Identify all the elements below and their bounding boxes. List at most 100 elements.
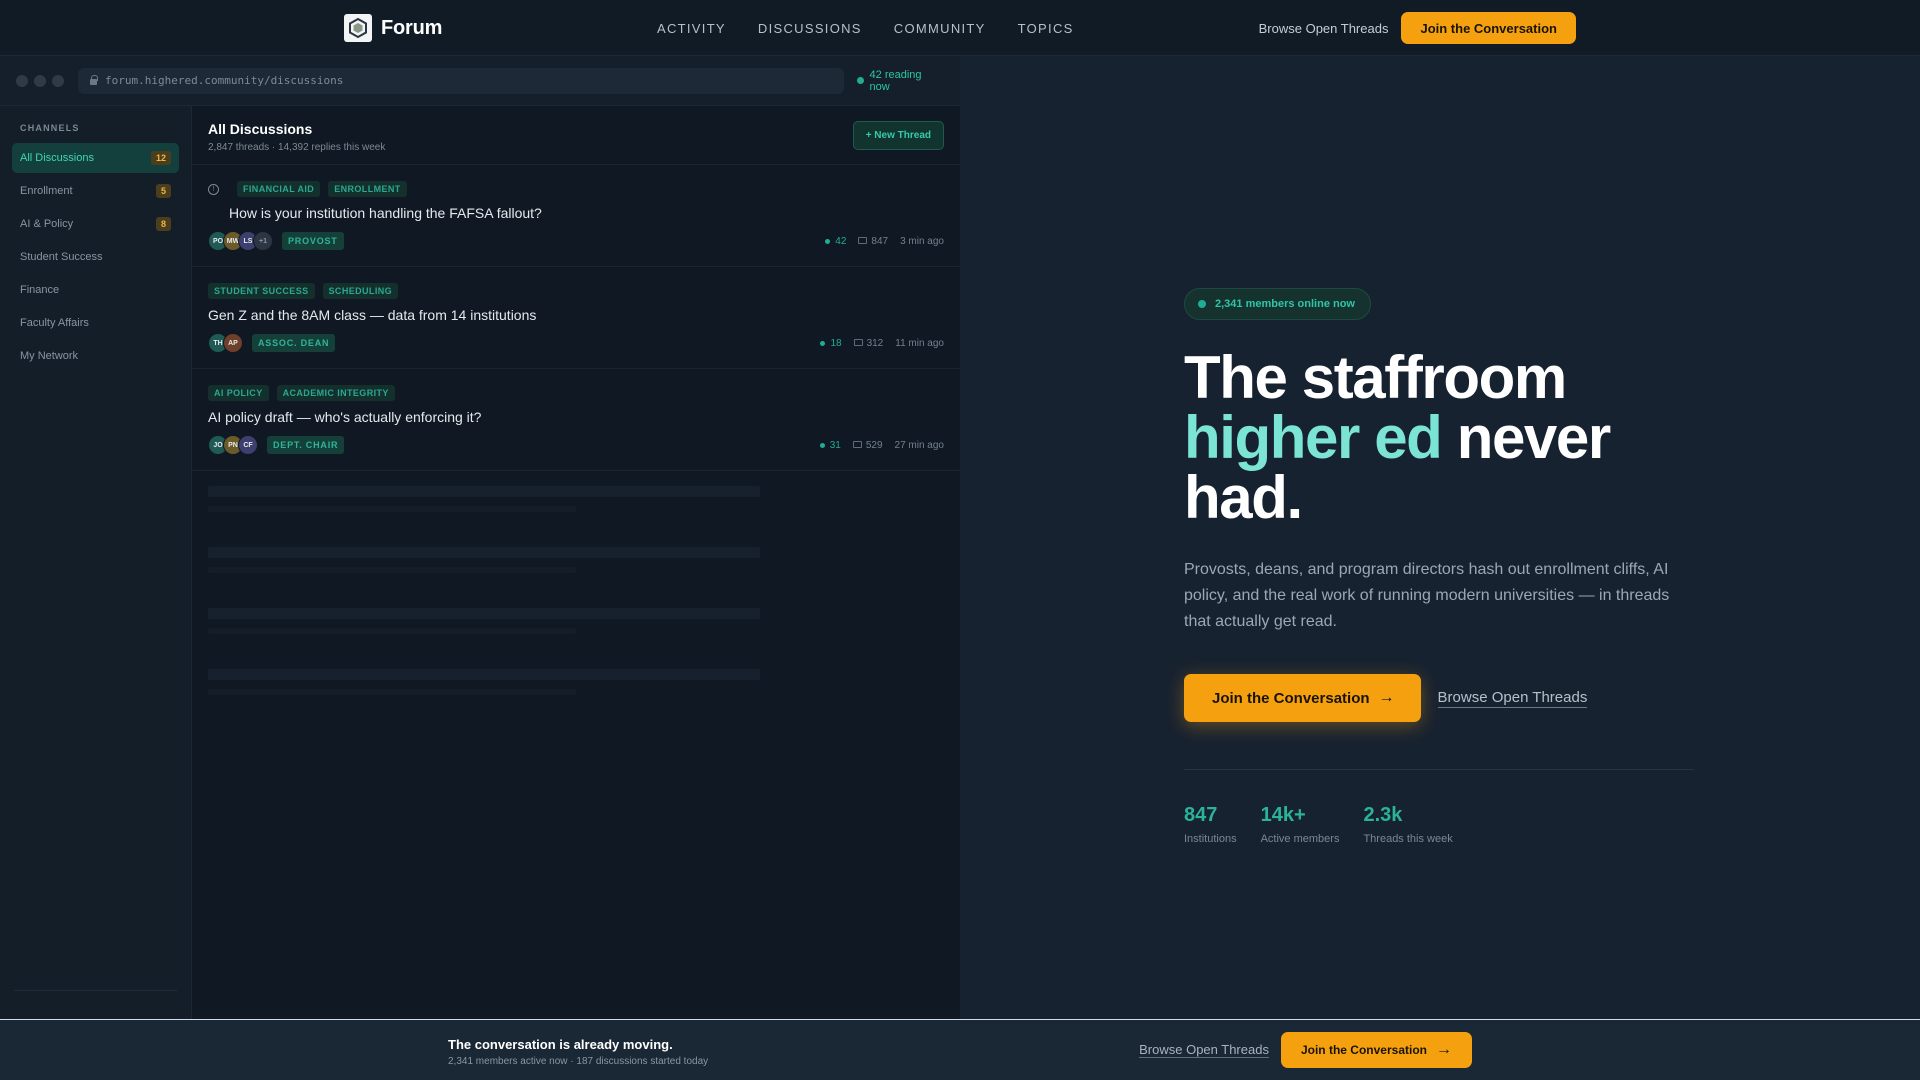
reply-icon <box>853 339 863 347</box>
channel-label: Faculty Affairs <box>20 317 89 329</box>
brand-name: Forum <box>381 16 443 39</box>
sticky-cta-bar: The conversation is already moving. 2,34… <box>0 1019 1920 1080</box>
tag[interactable]: FINANCIAL AID <box>237 181 321 197</box>
tag[interactable]: SCHEDULING <box>322 283 399 299</box>
stat-value: 14k+ <box>1260 804 1306 826</box>
brand[interactable]: Forum <box>344 14 442 42</box>
sidebar-footer <box>14 990 177 1020</box>
channels-heading: CHANNELS <box>20 123 80 133</box>
nav-activity[interactable]: ACTIVITY <box>657 21 726 36</box>
window-dot <box>34 74 46 87</box>
headline-accent: higher ed <box>1184 404 1443 471</box>
avatar: CF <box>238 435 258 455</box>
thread-title[interactable]: AI policy draft — who's actually enforci… <box>208 409 944 425</box>
stat-value: 847 <box>1184 804 1218 826</box>
url-bar[interactable]: forum.highered.community/discussions <box>78 67 844 94</box>
channel-ai-policy[interactable]: AI & Policy 8 <box>12 209 179 239</box>
nav-browse-threads-link[interactable]: Browse Open Threads <box>1259 21 1389 36</box>
channel-badge: 8 <box>155 217 171 231</box>
channel-enrollment[interactable]: Enrollment 5 <box>12 176 179 206</box>
discussion-header: All Discussions 2,847 threads · 14,392 r… <box>192 106 960 165</box>
thread-item[interactable]: STUDENT SUCCESS SCHEDULING Gen Z and the… <box>192 267 960 369</box>
channel-label: My Network <box>20 350 79 362</box>
tag[interactable]: AI POLICY <box>208 385 269 401</box>
headline-line-1: The staffroom <box>1184 344 1567 411</box>
nav-actions: Browse Open Threads Join the Conversatio… <box>1259 12 1576 44</box>
cta-bar-subtitle: 2,341 members active now · 187 discussio… <box>448 1056 709 1067</box>
stat-label: Threads this week <box>1363 833 1453 845</box>
nav-join-button[interactable]: Join the Conversation <box>1401 12 1576 44</box>
thread-meta: TH AP ASSOC. DEAN 18 312 11 min ago <box>208 333 944 353</box>
cta-bar-text: The conversation is already moving. 2,34… <box>448 1037 708 1067</box>
channel-label: Student Success <box>20 251 103 263</box>
hero-join-label: Join the Conversation <box>1212 689 1370 707</box>
tag[interactable]: STUDENT SUCCESS <box>208 283 315 299</box>
url-text: forum.highered.community/discussions <box>105 74 344 87</box>
online-members-text: 2,341 members online now <box>1215 298 1355 310</box>
online-members-pill: 2,341 members online now <box>1184 288 1371 320</box>
reading-now-text: 42 reading now <box>869 68 922 93</box>
channel-sidebar: CHANNELS All Discussions 12 Enrollment 5… <box>0 106 192 1020</box>
channel-label: AI & Policy <box>20 218 74 230</box>
window-controls <box>16 74 64 87</box>
cta-bar-browse-link[interactable]: Browse Open Threads <box>1139 1042 1269 1058</box>
avatar-overflow: +1 <box>253 231 273 251</box>
thread-time: 3 min ago <box>900 235 944 247</box>
discussion-subtitle: 2,847 threads · 14,392 replies this week <box>208 142 386 153</box>
avatar-stack: JO PN CF <box>208 435 258 455</box>
nav-topics[interactable]: TOPICS <box>1018 21 1074 36</box>
stat-label: Active members <box>1260 833 1340 845</box>
thread-item[interactable]: ! FINANCIAL AID ENROLLMENT How is your i… <box>192 165 960 267</box>
channel-finance[interactable]: Finance <box>12 275 179 305</box>
app-preview: forum.highered.community/discussions 42 … <box>0 56 960 1020</box>
cta-bar-join-label: Join the Conversation <box>1300 1043 1427 1057</box>
channel-student-success[interactable]: Student Success <box>12 242 179 272</box>
channel-badge: 12 <box>150 151 171 165</box>
skeleton-line <box>208 689 576 695</box>
cta-bar-join-button[interactable]: Join the Conversation → <box>1280 1032 1472 1068</box>
hero-browse-threads-link[interactable]: Browse Open Threads <box>1437 689 1588 708</box>
avatar-stack: PO MW LS +1 <box>208 231 273 251</box>
window-dot <box>16 74 28 87</box>
live-dot-icon <box>1198 300 1206 308</box>
channel-faculty-affairs[interactable]: Faculty Affairs <box>12 308 179 338</box>
stat-label: Institutions <box>1184 833 1237 845</box>
live-count: 42 <box>825 236 846 247</box>
discussion-title: All Discussions <box>208 121 313 137</box>
headline-line-2-rest: never <box>1441 404 1612 471</box>
role-badge: ASSOC. DEAN <box>252 334 336 352</box>
live-dot-icon <box>820 340 826 346</box>
stat-active-members: 14k+ Active members <box>1261 804 1340 845</box>
skeleton-line <box>208 567 576 573</box>
hero-stats: 847 Institutions 14k+ Active members 2.3… <box>1184 804 1724 845</box>
thread-title[interactable]: Gen Z and the 8AM class — data from 14 i… <box>208 307 944 323</box>
avatar-stack: TH AP <box>208 333 243 353</box>
hero-join-button[interactable]: Join the Conversation → <box>1184 674 1421 722</box>
nav-discussions[interactable]: DISCUSSIONS <box>758 21 862 36</box>
reply-count-value: 529 <box>865 439 883 451</box>
browser-bar: forum.highered.community/discussions 42 … <box>0 56 960 106</box>
role-badge: DEPT. CHAIR <box>267 436 345 454</box>
pin-icon: ! <box>208 183 219 195</box>
hero-description: Provosts, deans, and program directors h… <box>1184 561 1670 630</box>
stat-institutions: 847 Institutions <box>1184 804 1237 845</box>
live-dot-icon <box>825 238 831 244</box>
thread-item[interactable]: AI POLICY ACADEMIC INTEGRITY AI policy d… <box>192 369 960 471</box>
channel-label: Finance <box>20 284 60 296</box>
channel-my-network[interactable]: My Network <box>12 341 179 371</box>
tag[interactable]: ACADEMIC INTEGRITY <box>276 385 395 401</box>
channel-all-discussions[interactable]: All Discussions 12 <box>12 143 179 173</box>
reply-count: 312 <box>853 337 884 349</box>
new-thread-button[interactable]: + New Thread <box>852 121 944 150</box>
thread-tags: STUDENT SUCCESS SCHEDULING <box>208 283 944 299</box>
skeleton-line <box>208 608 760 619</box>
reply-count: 529 <box>852 439 883 451</box>
reply-icon <box>852 441 862 449</box>
reply-count-value: 312 <box>866 337 884 349</box>
live-count-value: 18 <box>830 337 842 349</box>
tag[interactable]: ENROLLMENT <box>328 181 407 197</box>
thread-title[interactable]: How is your institution handling the FAF… <box>208 205 944 221</box>
hero-section: 2,341 members online now The staffroom h… <box>1184 288 1724 845</box>
thread-meta: PO MW LS +1 PROVOST 42 847 3 min ago <box>208 231 944 251</box>
nav-community[interactable]: COMMUNITY <box>894 21 986 36</box>
